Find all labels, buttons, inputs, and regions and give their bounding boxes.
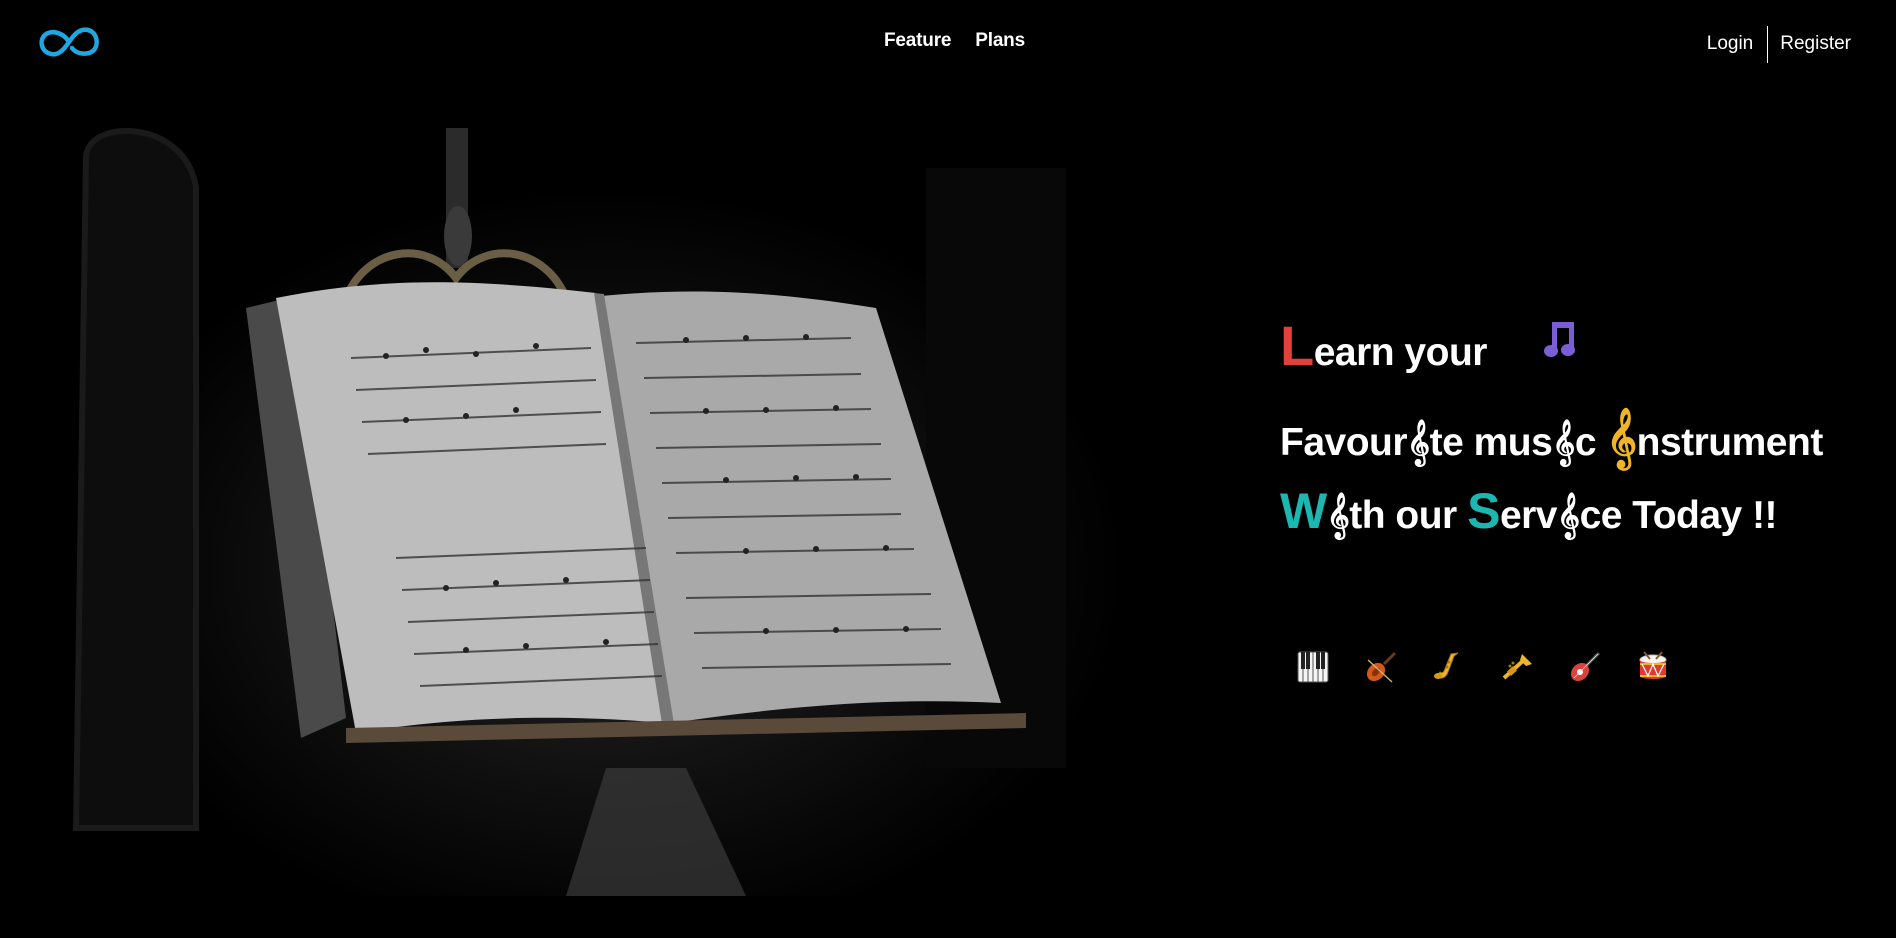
guitar-icon[interactable] — [1568, 650, 1602, 684]
headline-line-1-text: earn your — [1313, 331, 1488, 374]
hero-image — [46, 128, 1186, 896]
headline-text: Favour — [1280, 421, 1408, 464]
clef-icon: 𝄞 — [1552, 421, 1575, 464]
register-link[interactable]: Register — [1780, 33, 1851, 55]
clef-icon: 𝄞 — [1557, 494, 1580, 537]
auth-divider — [1767, 25, 1769, 63]
headline-initial-l: L — [1280, 314, 1314, 377]
headline-text: nstrument — [1636, 421, 1824, 464]
clef-gold-icon: 𝄞 — [1606, 409, 1637, 467]
headline-line-1: Learn your — [1280, 318, 1487, 375]
headline-initial-s: S — [1467, 483, 1500, 539]
saxophone-icon[interactable] — [1432, 650, 1466, 684]
clef-icon: 𝄞 — [1326, 494, 1350, 537]
headline-text: c — [1574, 421, 1607, 464]
violin-icon[interactable] — [1364, 650, 1398, 684]
piano-icon[interactable] — [1296, 650, 1330, 684]
login-link[interactable]: Login — [1707, 33, 1754, 55]
headline-text: erv — [1499, 494, 1558, 537]
clef-icon: 𝄞 — [1407, 421, 1430, 464]
trumpet-icon[interactable] — [1500, 650, 1534, 684]
landing-page: Feature Plans Login Register Learn your … — [0, 0, 1896, 938]
headline-text: th our — [1349, 494, 1468, 537]
main-nav: Feature Plans — [0, 30, 1896, 52]
headline-line-3: W𝄞th our Serv𝄞ce Today !! — [1280, 483, 1778, 539]
drum-icon[interactable] — [1636, 650, 1670, 684]
nav-link-plans[interactable]: Plans — [975, 30, 1025, 52]
headline-text: ce Today !! — [1579, 494, 1778, 537]
sheet-music-illustration — [72, 128, 1066, 896]
navbar: Feature Plans Login Register — [0, 0, 1896, 88]
headline-text: te mus — [1429, 421, 1553, 464]
auth-nav: Login Register — [1707, 25, 1851, 63]
headline-line-2: Favour𝄞te mus𝄞c 𝄞nstrument — [1280, 412, 1823, 465]
headline-initial-w: W — [1280, 483, 1327, 539]
instrument-list — [1296, 650, 1670, 684]
music-notes-icon — [1544, 322, 1575, 357]
nav-link-feature[interactable]: Feature — [884, 30, 951, 52]
